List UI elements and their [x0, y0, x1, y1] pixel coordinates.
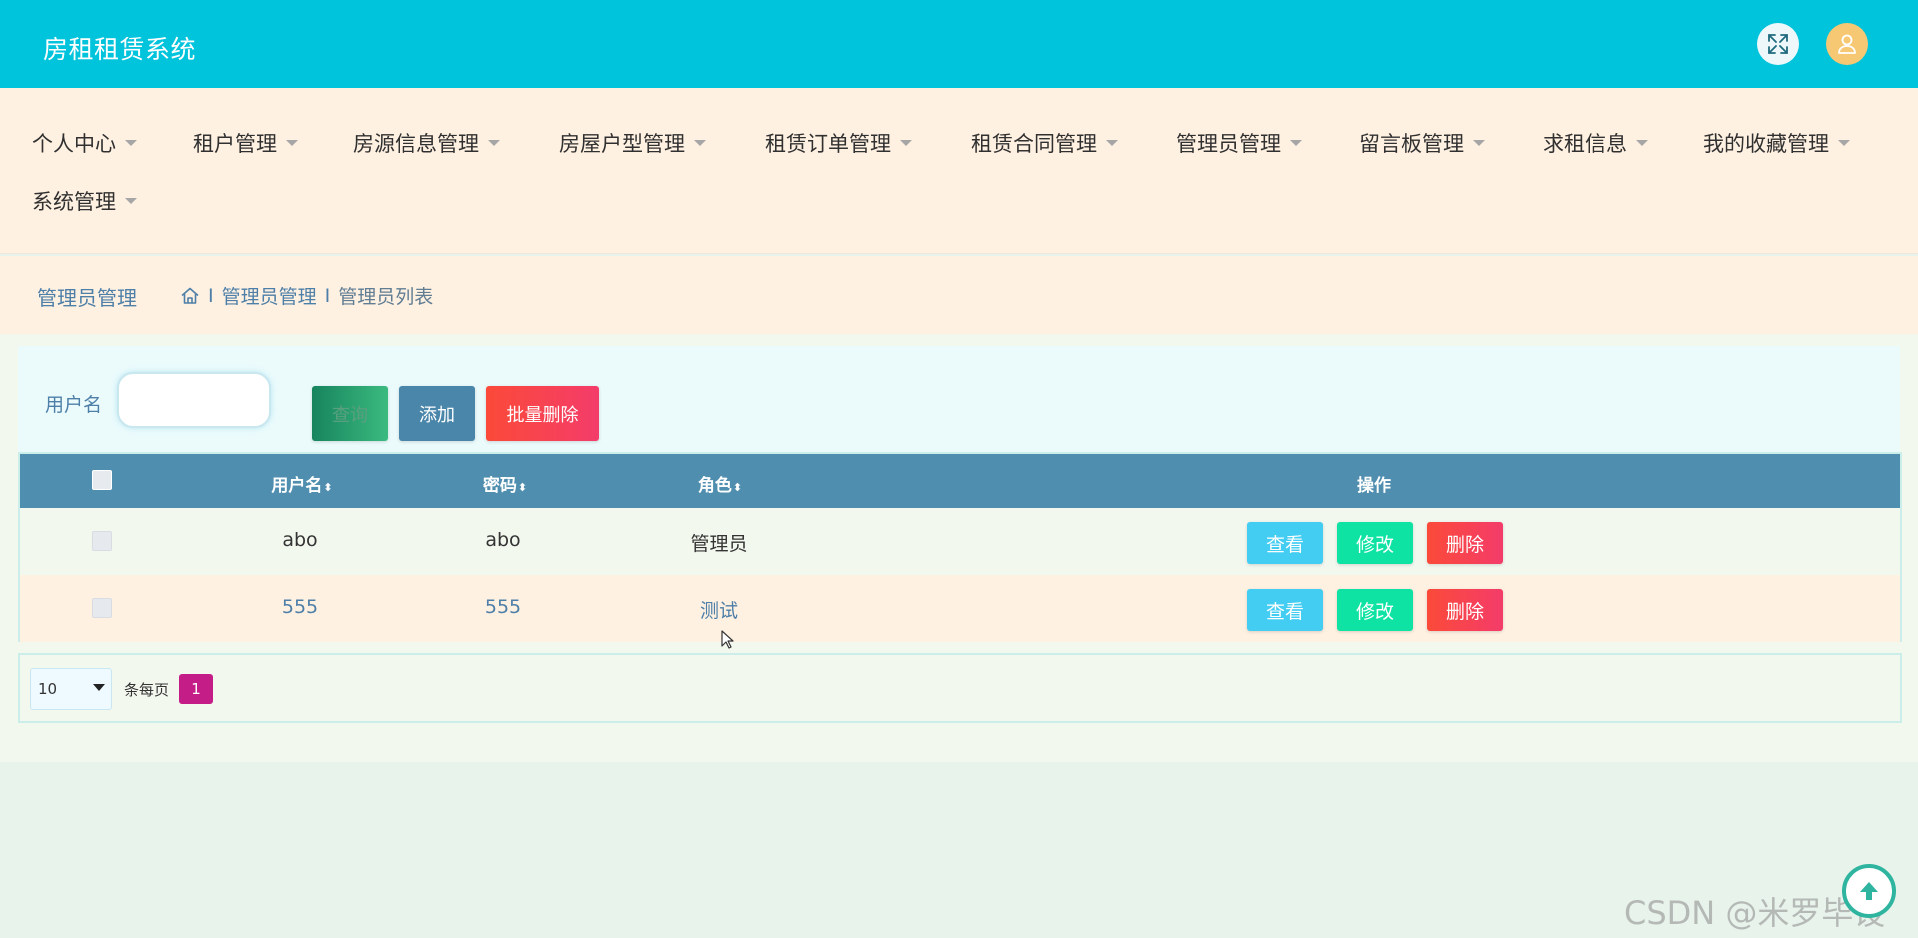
column-header-actions: 操作	[1357, 476, 1391, 496]
fullscreen-button[interactable]	[1757, 23, 1799, 65]
table-row: abo abo 管理员 查看 修改 删除	[20, 508, 1900, 575]
sort-icon: ⬍	[732, 481, 743, 494]
table-header: 用户名⬍ 密码⬍ 角色⬍ 操作	[20, 454, 1900, 508]
nav-item-message-board[interactable]: 留言板管理	[1359, 128, 1485, 158]
pagination: 10 条每页 1	[18, 653, 1902, 723]
app-title: 房租租赁系统	[43, 35, 197, 64]
user-avatar-button[interactable]	[1826, 23, 1868, 65]
top-header: 房租租赁系统	[0, 0, 1918, 88]
nav-item-label: 房源信息管理	[353, 132, 479, 156]
batch-delete-button[interactable]: 批量删除	[486, 386, 599, 441]
cell-password: 555	[484, 596, 522, 618]
page-size-select[interactable]: 10	[30, 668, 112, 710]
column-header-label: 用户名	[271, 476, 323, 496]
sort-icon: ⬍	[323, 481, 333, 494]
column-header-label: 角色	[697, 476, 732, 496]
edit-button[interactable]: 修改	[1337, 522, 1413, 564]
nav-item-label: 管理员管理	[1176, 132, 1281, 156]
breadcrumb: I 管理员管理 I 管理员列表	[180, 282, 433, 309]
nav-item-contracts[interactable]: 租赁合同管理	[971, 128, 1118, 158]
caret-down-icon	[286, 140, 298, 146]
user-icon	[1838, 34, 1856, 54]
cell-password: abo	[485, 529, 521, 551]
add-button[interactable]: 添加	[399, 386, 475, 441]
breadcrumb-item[interactable]: 管理员管理	[222, 282, 317, 309]
sort-icon: ⬍	[517, 481, 528, 494]
arrow-up-icon	[1860, 882, 1878, 900]
cell-role: 测试	[699, 600, 739, 622]
nav-item-orders[interactable]: 租赁订单管理	[765, 128, 912, 158]
chevron-down-icon	[93, 684, 105, 691]
nav-item-label: 留言板管理	[1359, 132, 1464, 156]
nav-item-label: 我的收藏管理	[1703, 132, 1829, 156]
caret-down-icon	[900, 140, 912, 146]
back-to-top-button[interactable]	[1842, 864, 1896, 918]
caret-down-icon	[1106, 140, 1118, 146]
nav-item-admins[interactable]: 管理员管理	[1176, 128, 1302, 158]
caret-down-icon	[1636, 140, 1648, 146]
nav-item-label: 租赁订单管理	[765, 132, 891, 156]
row-checkbox[interactable]	[92, 531, 112, 551]
cell-role: 管理员	[690, 533, 748, 555]
select-all-checkbox[interactable]	[92, 470, 112, 490]
breadcrumb-item-current: 管理员列表	[338, 286, 434, 308]
nav-item-system[interactable]: 系统管理	[32, 186, 137, 216]
admin-table: 用户名⬍ 密码⬍ 角色⬍ 操作 abo abo 管理员 查看 修改 删除 555…	[18, 452, 1902, 642]
caret-down-icon	[1290, 140, 1302, 146]
username-search-input[interactable]	[117, 372, 271, 428]
cell-username: 555	[281, 596, 319, 618]
column-header-username[interactable]: 用户名⬍	[271, 471, 332, 496]
mouse-cursor-icon	[721, 630, 734, 649]
column-header-password[interactable]: 密码⬍	[483, 471, 527, 496]
edit-button[interactable]: 修改	[1337, 589, 1413, 631]
nav-item-house-types[interactable]: 房屋户型管理	[559, 128, 706, 158]
delete-button[interactable]: 删除	[1427, 589, 1503, 631]
breadcrumb-bar: 管理员管理 I 管理员管理 I 管理员列表	[0, 256, 1918, 334]
username-label: 用户名	[45, 394, 103, 416]
search-form: 用户名 查询 添加 批量删除	[18, 346, 1900, 456]
nav-item-label: 个人中心	[32, 132, 116, 156]
main-nav: 个人中心 租户管理 房源信息管理 房屋户型管理 租赁订单管理 租赁合同管理 管理…	[0, 88, 1918, 254]
page-number-current[interactable]: 1	[179, 674, 213, 704]
nav-item-label: 房屋户型管理	[559, 132, 685, 156]
nav-item-label: 租户管理	[193, 132, 277, 156]
delete-button[interactable]: 删除	[1427, 522, 1503, 564]
table-row: 555 555 测试 查看 修改 删除	[20, 575, 1900, 642]
per-page-label: 条每页	[124, 681, 170, 699]
fullscreen-icon	[1768, 34, 1788, 54]
column-header-label: 密码	[482, 476, 517, 496]
breadcrumb-separator: I	[324, 284, 331, 307]
column-header-role[interactable]: 角色⬍	[698, 471, 742, 496]
caret-down-icon	[1473, 140, 1485, 146]
nav-item-rent-requests[interactable]: 求租信息	[1543, 128, 1648, 158]
caret-down-icon	[694, 140, 706, 146]
nav-item-favorites[interactable]: 我的收藏管理	[1703, 128, 1850, 158]
row-checkbox[interactable]	[92, 598, 112, 618]
view-button[interactable]: 查看	[1247, 589, 1323, 631]
page-size-value: 10	[38, 680, 58, 698]
nav-item-tenant[interactable]: 租户管理	[193, 128, 298, 158]
nav-item-label: 系统管理	[32, 190, 116, 214]
query-button[interactable]: 查询	[312, 386, 388, 441]
caret-down-icon	[125, 198, 137, 204]
content-panel: 用户名 查询 添加 批量删除 用户名⬍ 密码⬍ 角色⬍ 操作 abo abo 管…	[0, 334, 1918, 762]
breadcrumb-separator: I	[208, 284, 214, 307]
view-button[interactable]: 查看	[1247, 522, 1323, 564]
nav-item-label: 求租信息	[1543, 132, 1627, 156]
nav-item-label: 租赁合同管理	[971, 132, 1097, 156]
caret-down-icon	[488, 140, 500, 146]
nav-item-listings[interactable]: 房源信息管理	[353, 128, 500, 158]
page-title: 管理员管理	[37, 286, 137, 310]
caret-down-icon	[1838, 140, 1850, 146]
caret-down-icon	[125, 140, 137, 146]
home-icon[interactable]	[180, 286, 200, 306]
cell-username: abo	[282, 529, 318, 551]
nav-item-personal-center[interactable]: 个人中心	[32, 128, 137, 158]
